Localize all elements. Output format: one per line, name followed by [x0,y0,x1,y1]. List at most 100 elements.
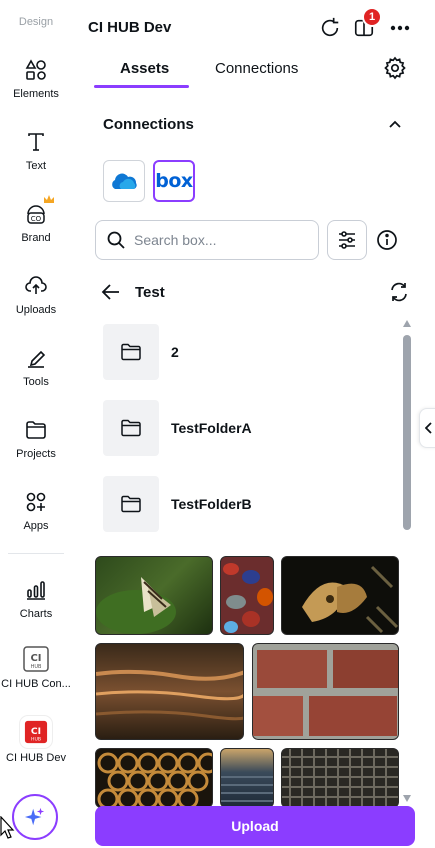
water-reflection-image [221,776,273,802]
refresh-icon[interactable] [388,281,410,303]
onedrive-icon [112,173,137,189]
rail-item-label: Uploads [15,304,57,316]
rail-item-label: Elements [13,88,59,100]
image-thumbnail[interactable] [95,748,213,808]
rail-item-label: Tools [23,376,49,388]
box-icon: box [155,170,193,192]
magic-assistant-button[interactable] [12,794,58,840]
honeycomb-image [97,752,212,807]
pen-icon [28,350,46,368]
rail-item-label: CI HUB Con... [1,678,71,690]
ci-hub-icon-red: CI HUB [24,720,48,744]
crown-icon [44,195,54,203]
folder-icon [121,495,141,513]
rail-item-uploads[interactable]: Uploads [0,274,72,316]
apps-icon [26,492,46,512]
more-icon [390,25,410,31]
search-input[interactable] [134,232,304,248]
svg-text:HUB: HUB [31,664,42,670]
collapse-panel-handle[interactable] [419,408,435,448]
woven-texture-image [282,749,398,807]
image-thumbnail[interactable] [220,556,274,635]
more-options-button[interactable] [388,16,412,40]
image-thumbnail[interactable] [220,748,274,808]
butterfly-image [96,577,176,634]
folder-icon [121,419,141,437]
tab-connections[interactable]: Connections [215,60,298,77]
search-icon [107,231,125,249]
rail-item-elements[interactable]: Elements [0,58,72,100]
rail-item-ci-hub-dev[interactable]: CI HUB CI HUB Dev [0,716,72,764]
mouse-cursor-icon [0,816,15,839]
folder-item[interactable]: 2 [103,324,373,380]
rail-item-label: Charts [19,608,53,620]
gear-icon [384,56,406,80]
back-arrow-icon[interactable] [101,283,121,301]
notification-badge: 1 [362,7,382,27]
folder-icon [121,343,141,361]
rail-item-label: Text [25,160,47,172]
rail-item-brand[interactable]: CO Brand [0,195,72,244]
folder-item[interactable]: TestFolderA [103,400,373,456]
image-thumbnail[interactable] [281,748,399,808]
svg-text:CI: CI [30,653,41,664]
chevron-up-icon[interactable] [386,116,404,134]
filter-button[interactable] [327,220,367,260]
elements-icon [25,59,46,80]
reload-icon [321,17,339,37]
service-onedrive[interactable] [103,160,145,202]
text-icon [28,133,44,151]
upload-button[interactable]: Upload [95,806,415,846]
rail-item-label: CI HUB Dev [6,752,66,764]
svg-text:CI: CI [31,726,41,737]
sparkle-icon [24,807,45,826]
rail-item-label: Projects [16,448,56,460]
chart-icon [27,581,45,600]
settings-button[interactable] [383,56,407,80]
service-box[interactable]: box [153,160,195,202]
reload-button[interactable] [318,16,342,40]
scroll-up-arrow[interactable] [403,320,411,327]
sliders-icon [339,231,355,249]
upload-cloud-icon [25,276,47,294]
image-thumbnail[interactable] [252,643,399,740]
rail-item-text[interactable]: Text [0,130,72,172]
svg-text:HUB: HUB [31,736,41,742]
folder-name: 2 [171,344,179,360]
rail-item-apps[interactable]: Apps [0,490,72,532]
rail-item-label: Apps [23,520,49,532]
scroll-down-arrow[interactable] [403,795,411,802]
rail-item-charts[interactable]: Charts [0,578,72,620]
breadcrumb-current: Test [135,284,165,301]
chevron-left-icon [424,422,432,434]
ci-hub-icon: CI HUB [23,646,49,672]
rail-item-tools[interactable]: Tools [0,346,72,388]
connections-section-title: Connections [103,116,194,133]
active-tab-indicator [94,85,189,88]
moth-image [302,565,398,634]
folder-item[interactable]: TestFolderB [103,476,373,532]
pebbles-image [223,563,273,633]
folder-name: TestFolderB [171,496,252,512]
brick-wall-image [253,650,398,736]
rail-design-label[interactable]: Design [0,16,72,28]
tab-assets[interactable]: Assets [120,60,169,77]
rail-item-label: Brand [21,232,51,244]
search-field[interactable] [95,220,319,260]
svg-text:CO: CO [31,215,42,223]
rail-item-ci-hub-connect[interactable]: CI HUB CI HUB Con... [0,646,72,690]
folder-name: TestFolderA [171,420,252,436]
rail-item-projects[interactable]: Projects [0,418,72,460]
folder-icon [26,421,46,439]
image-thumbnail[interactable] [281,556,399,635]
image-thumbnail[interactable] [95,556,213,635]
rail-divider [8,553,64,554]
info-icon[interactable] [376,229,398,251]
ci-hub-panel: CI HUB Dev 1 Assets Connections Connecti… [72,0,435,848]
left-rail: Design Elements Text CO Brand Uploads To… [0,0,72,848]
image-thumbnail[interactable] [95,643,244,740]
brand-icon: CO [27,205,45,224]
panel-title: CI HUB Dev [88,19,172,36]
scrollbar-thumb[interactable] [403,335,411,530]
sunset-water-image [96,669,243,721]
